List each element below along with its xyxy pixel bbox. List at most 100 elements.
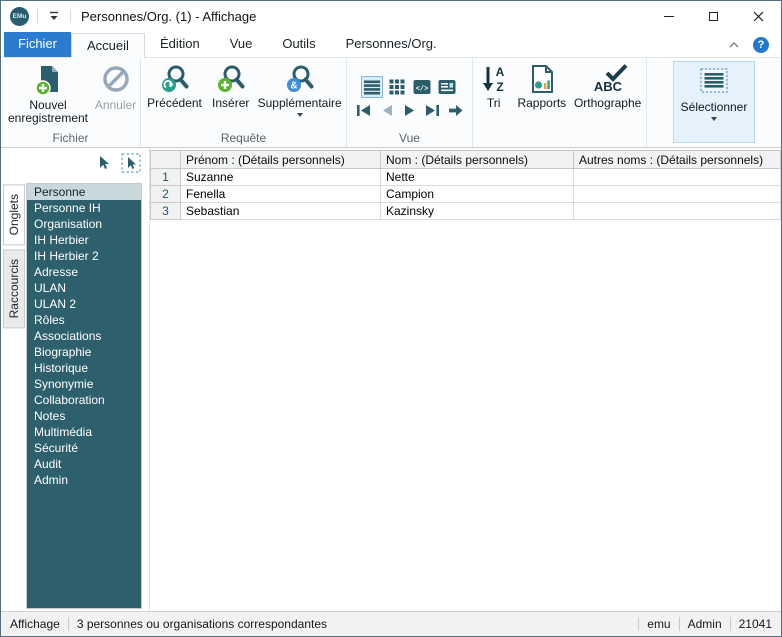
spelling-button[interactable]: ABC Orthographe [571, 61, 644, 110]
grid-cell[interactable]: Campion [381, 186, 574, 203]
grid-cell[interactable] [574, 203, 781, 220]
app-window: EMu Personnes/Org. (1) - Affichage Fichi… [0, 0, 782, 637]
list-view-icon [364, 80, 380, 94]
svg-text:ABC: ABC [594, 79, 623, 94]
spellcheck-icon: ABC [594, 64, 628, 94]
grid-corner-cell[interactable] [151, 151, 181, 169]
nav-next-record-button[interactable] [400, 103, 419, 119]
minimize-button[interactable] [646, 1, 691, 31]
sidebar-item-multim-dia[interactable]: Multimédia [27, 424, 141, 440]
row-number[interactable]: 2 [151, 186, 181, 203]
help-icon[interactable]: ? [753, 36, 769, 53]
nav-previous-record-button[interactable] [377, 103, 396, 119]
view-code-button[interactable]: </> [411, 76, 433, 98]
code-view-icon: </> [413, 79, 431, 94]
view-grid-button[interactable] [386, 76, 408, 98]
titlebar: EMu Personnes/Org. (1) - Affichage [1, 1, 781, 31]
sidebar-item-r-les[interactable]: Rôles [27, 312, 141, 328]
sidebar-tab-raccourcis[interactable]: Raccourcis [3, 249, 25, 329]
nav-goto-record-button[interactable] [446, 103, 465, 119]
app-logo-icon: EMu [10, 6, 29, 26]
svg-text:A: A [495, 65, 504, 79]
sidebar-item-historique[interactable]: Historique [27, 360, 141, 376]
select-pointer-button[interactable] [94, 153, 114, 173]
sidebar-item-ulan[interactable]: ULAN [27, 280, 141, 296]
grid-view-icon [389, 79, 405, 94]
collapse-ribbon-chevron-icon[interactable] [728, 41, 740, 49]
more-query-button[interactable]: & Supplémentaire [255, 61, 344, 117]
cancel-button[interactable]: Annuler [93, 61, 138, 112]
status-separator [678, 617, 680, 631]
nav-first-record-button[interactable] [354, 103, 373, 119]
tab-personnes-org[interactable]: Personnes/Org. [331, 32, 452, 57]
new-record-button[interactable]: Nouvel enregistrement [3, 61, 93, 125]
grid-cell[interactable]: Fenella [181, 186, 381, 203]
grid-cell[interactable] [574, 186, 781, 203]
grid-row: 1 Suzanne Nette [151, 169, 781, 186]
sidebar: Onglets Raccourcis Personne Personne IH Or… [1, 148, 149, 611]
grid-cell[interactable] [574, 169, 781, 186]
tab-edition[interactable]: Édition [145, 32, 215, 57]
ribbon: Nouvel enregistrement Annuler Fichier Pr… [1, 58, 781, 148]
grid-cell[interactable]: Sebastian [181, 203, 381, 220]
cancel-icon [102, 66, 129, 92]
window-title: Personnes/Org. (1) - Affichage [81, 8, 257, 24]
quick-access-dropdown-icon[interactable] [46, 8, 62, 24]
sidebar-item-audit[interactable]: Audit [27, 456, 141, 472]
sort-az-icon: A Z [482, 65, 504, 94]
ribbon-group-outils: A Z Tri Rapports ABC Orthographe [473, 58, 647, 147]
sidebar-tab-onglets[interactable]: Onglets [3, 184, 25, 246]
tab-accueil[interactable]: Accueil [71, 33, 145, 58]
sidebar-item-associations[interactable]: Associations [27, 328, 141, 344]
column-header[interactable]: Nom : (Détails personnels) [381, 151, 574, 169]
nav-last-record-button[interactable] [423, 103, 442, 119]
sidebar-item-personne[interactable]: Personne [27, 184, 141, 200]
maximize-button[interactable] [691, 1, 736, 31]
view-list-button[interactable] [361, 75, 383, 98]
grid-cell[interactable]: Kazinsky [381, 203, 574, 220]
sidebar-item-s-curit-[interactable]: Sécurité [27, 440, 141, 456]
column-header[interactable]: Autres noms : (Détails personnels) [574, 151, 781, 169]
close-button[interactable] [736, 1, 781, 31]
grid-row: 3 Sebastian Kazinsky [151, 203, 781, 220]
group-label-vue: Vue [399, 131, 420, 145]
view-form-button[interactable] [436, 76, 458, 98]
sidebar-item-ih-herbier-2[interactable]: IH Herbier 2 [27, 248, 141, 264]
sidebar-item-adresse[interactable]: Adresse [27, 264, 141, 280]
close-icon [753, 11, 764, 21]
reports-button[interactable]: Rapports [512, 61, 571, 110]
column-header[interactable]: Prénom : (Détails personnels) [181, 151, 381, 169]
status-separator [638, 617, 640, 631]
insert-query-button[interactable]: Insérer [206, 61, 255, 110]
sidebar-item-organisation[interactable]: Organisation [27, 216, 141, 232]
sidebar-item-collaboration[interactable]: Collaboration [27, 392, 141, 408]
select-button[interactable]: Sélectionner [673, 61, 755, 143]
first-record-icon [357, 105, 370, 116]
sort-button[interactable]: A Z Tri [475, 61, 512, 110]
tab-vue[interactable]: Vue [215, 32, 268, 57]
sidebar-item-ulan-2[interactable]: ULAN 2 [27, 296, 141, 312]
grid-row: 2 Fenella Campion [151, 186, 781, 203]
sidebar-item-admin[interactable]: Admin [27, 472, 141, 488]
sidebar-item-personne-ih[interactable]: Personne IH [27, 200, 141, 216]
svg-text:Z: Z [496, 80, 503, 94]
module-tab-panel: Personne Personne IH Organisation IH Herbie… [26, 183, 142, 609]
row-number[interactable]: 1 [151, 169, 181, 186]
tab-fichier[interactable]: Fichier [4, 32, 72, 57]
previous-query-button[interactable]: Précédent [143, 61, 206, 110]
sidebar-item-notes[interactable]: Notes [27, 408, 141, 424]
group-label-requete: Requête [220, 131, 267, 145]
main-area: Onglets Raccourcis Personne Personne IH Or… [1, 148, 781, 611]
module-list: Personne Personne IH Organisation IH Herbie… [27, 184, 141, 488]
dropdown-caret-icon [296, 113, 303, 117]
sidebar-item-ih-herbier[interactable]: IH Herbier [27, 232, 141, 248]
tab-outils[interactable]: Outils [267, 32, 330, 57]
sidebar-item-biographie[interactable]: Biographie [27, 344, 141, 360]
sidebar-item-synonymie[interactable]: Synonymie [27, 376, 141, 392]
ribbon-group-requete: Précédent Insérer & Supplémentaire Requê… [141, 58, 347, 147]
previous-record-icon [382, 105, 392, 116]
row-number[interactable]: 3 [151, 203, 181, 220]
grid-cell[interactable]: Suzanne [181, 169, 381, 186]
select-region-pointer-button[interactable] [121, 153, 141, 173]
grid-cell[interactable]: Nette [381, 169, 574, 186]
